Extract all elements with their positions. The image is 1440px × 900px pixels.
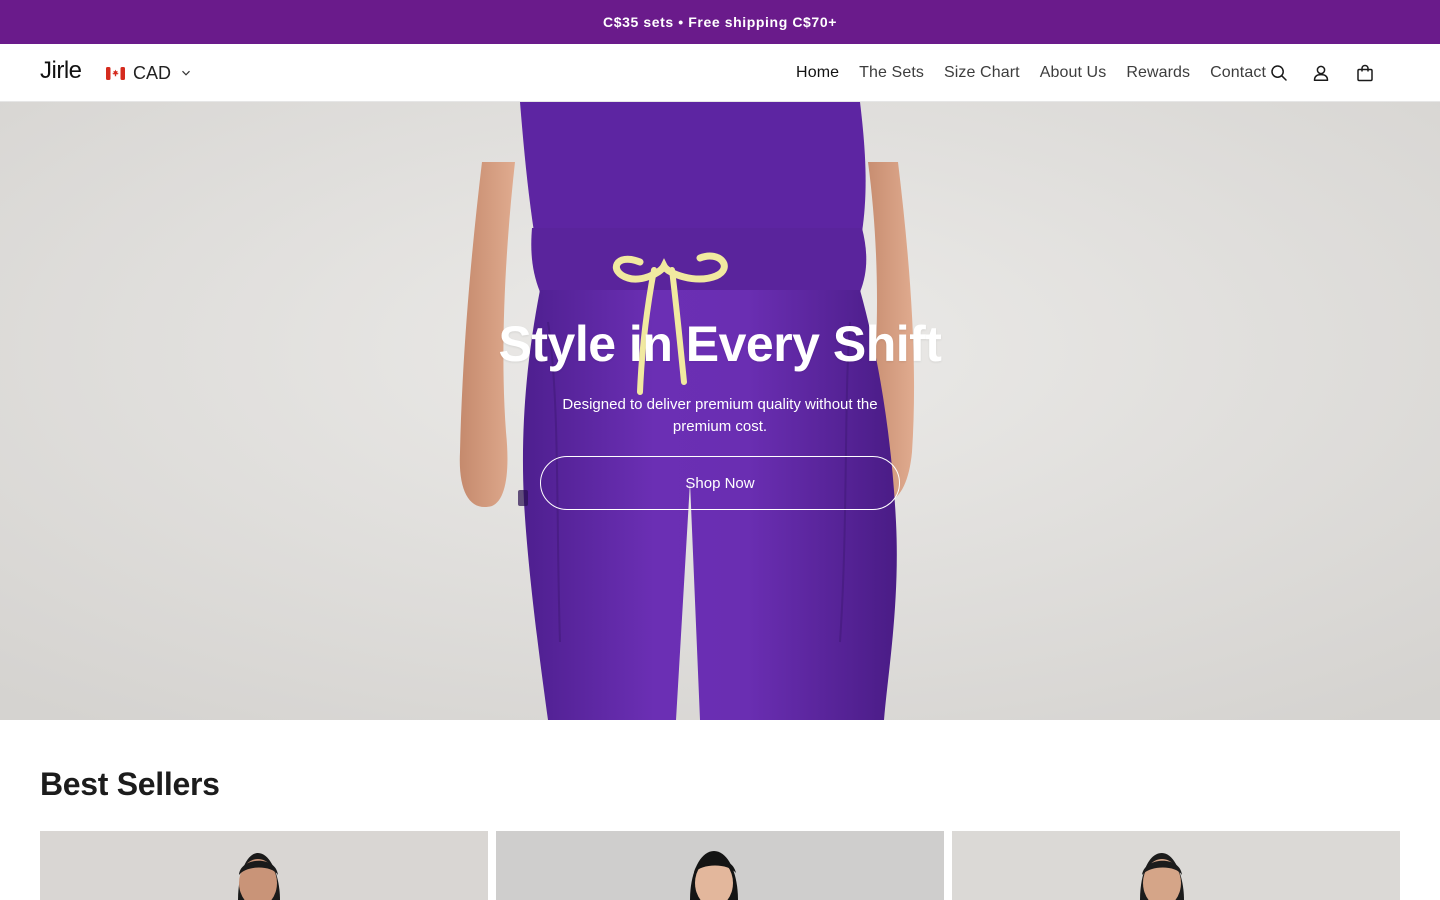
best-sellers-grid: [40, 831, 1400, 900]
nav-contact[interactable]: Contact: [1210, 60, 1266, 86]
hero-content: Style in Every Shift Designed to deliver…: [0, 314, 1440, 510]
site-header: Jirle CAD Home The Sets Size Chart About…: [0, 44, 1440, 102]
logo[interactable]: Jirle: [40, 56, 82, 86]
nav-about-us[interactable]: About Us: [1040, 60, 1107, 86]
hero-title: Style in Every Shift: [498, 316, 942, 372]
nav-the-sets[interactable]: The Sets: [859, 60, 924, 86]
search-icon[interactable]: [1266, 60, 1292, 86]
hero-banner: Style in Every Shift Designed to deliver…: [0, 102, 1440, 720]
chevron-down-icon: [182, 70, 190, 76]
currency-selector[interactable]: CAD: [106, 60, 191, 86]
nav-rewards[interactable]: Rewards: [1126, 60, 1190, 86]
cart-icon[interactable]: [1352, 60, 1378, 86]
nav-home[interactable]: Home: [796, 60, 839, 86]
shop-now-button[interactable]: Shop Now: [540, 456, 900, 510]
product-card-3[interactable]: [952, 831, 1400, 900]
best-sellers-title: Best Sellers: [40, 766, 220, 802]
announcement-text: C$35 sets • Free shipping C$70+: [603, 14, 837, 30]
currency-label: CAD: [133, 62, 172, 83]
canada-flag-icon: [106, 66, 125, 80]
product-image: [40, 831, 488, 900]
main-nav: Home The Sets Size Chart About Us Reward…: [796, 60, 1266, 86]
announcement-bar: C$35 sets • Free shipping C$70+: [0, 0, 1440, 44]
product-image: [952, 831, 1400, 900]
account-icon[interactable]: [1308, 60, 1334, 86]
product-card-1[interactable]: [40, 831, 488, 900]
hero-subtitle: Designed to deliver premium quality with…: [562, 396, 878, 435]
nav-size-chart[interactable]: Size Chart: [944, 60, 1020, 86]
product-card-2[interactable]: [496, 831, 944, 900]
product-image: [496, 831, 944, 900]
